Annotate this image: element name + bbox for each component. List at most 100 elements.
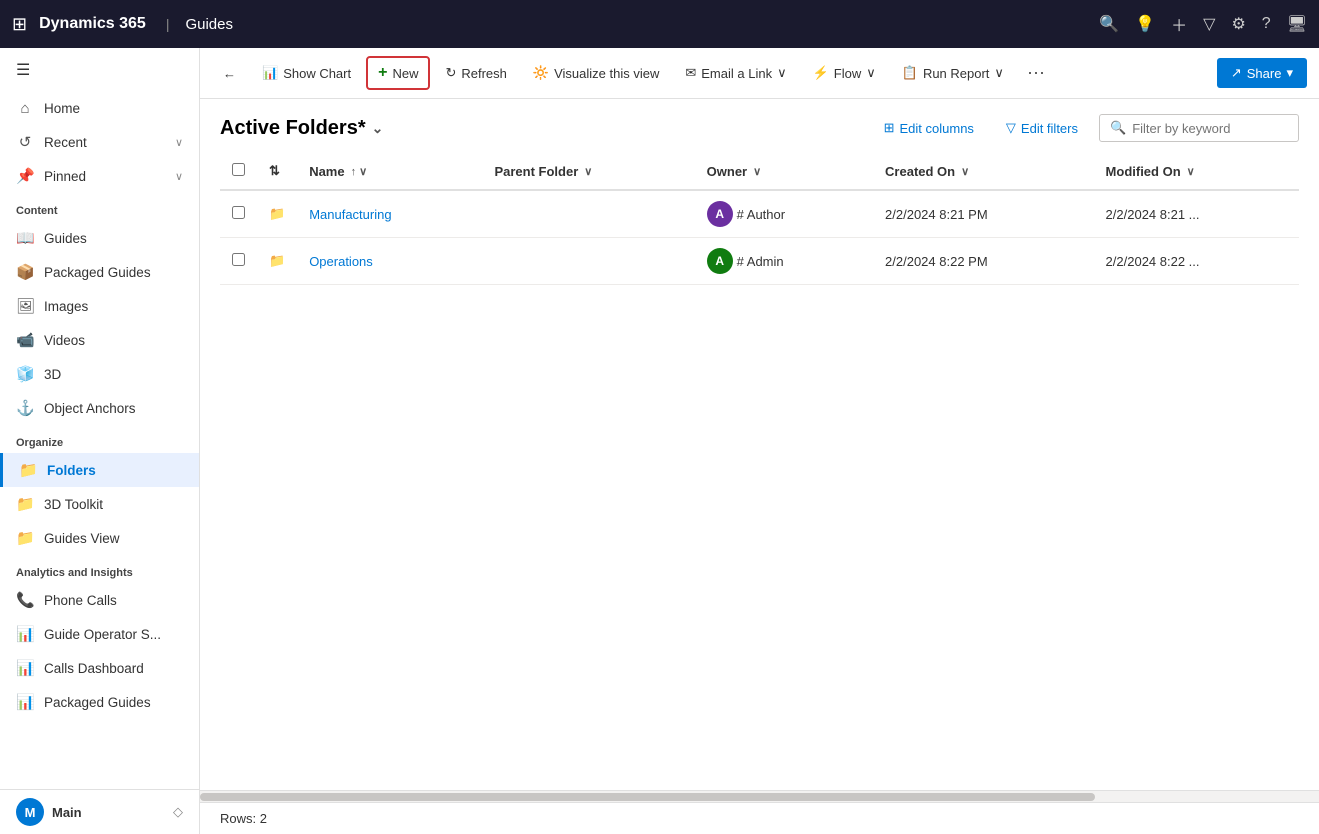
visualize-button[interactable]: 🔆 Visualize this view (522, 58, 670, 88)
row2-name-cell[interactable]: Operations (297, 238, 482, 285)
show-chart-button[interactable]: 📊 Show Chart (251, 58, 362, 88)
row2-checkbox-cell[interactable] (220, 238, 257, 285)
parent-folder-sort-icon: ∨ (584, 165, 592, 178)
flow-button[interactable]: ⚡ Flow ∨ (802, 58, 887, 88)
filter-search-box[interactable]: 🔍 (1099, 114, 1299, 142)
refresh-button[interactable]: ↻ Refresh (434, 58, 517, 88)
parent-folder-label: Parent Folder (494, 164, 578, 179)
add-icon[interactable]: ＋ (1171, 12, 1187, 36)
horizontal-scrollbar[interactable] (200, 790, 1319, 802)
row1-created-on-cell: 2/2/2024 8:21 PM (873, 190, 1094, 238)
select-all-checkbox[interactable] (232, 163, 245, 176)
sidebar-item-guide-operator-label: Guide Operator S... (44, 627, 161, 642)
back-button[interactable]: ← (212, 59, 247, 88)
email-dropdown-icon: ∨ (777, 65, 787, 81)
modified-on-label: Modified On (1106, 164, 1181, 179)
row2-created-on: 2/2/2024 8:22 PM (885, 254, 988, 269)
run-report-dropdown-icon: ∨ (994, 65, 1004, 81)
run-report-button[interactable]: 📋 Run Report ∨ (891, 58, 1015, 88)
select-all-column[interactable] (220, 153, 257, 190)
sidebar-item-calls-dashboard-label: Calls Dashboard (44, 661, 144, 676)
table-row: 📁 Operations A # Admin (220, 238, 1299, 285)
sidebar-item-phone-calls-label: Phone Calls (44, 593, 117, 608)
footer-main-label: Main (52, 805, 82, 820)
sidebar-item-videos[interactable]: 📹 Videos (0, 323, 199, 357)
sidebar-item-object-anchors-label: Object Anchors (44, 401, 136, 416)
sidebar-item-folders[interactable]: 📁 Folders (0, 453, 199, 487)
row1-name-link[interactable]: Manufacturing (309, 207, 391, 222)
sidebar-item-guides-view-label: Guides View (44, 531, 120, 546)
top-navbar: ⊞ Dynamics 365 | Guides 🔍 💡 ＋ ▽ ⚙ ? 🖥 (0, 0, 1319, 48)
row2-parent-folder-cell (482, 238, 694, 285)
sidebar-item-guides[interactable]: 📖 Guides (0, 221, 199, 255)
row-count-bar: Rows: 2 (200, 802, 1319, 834)
row2-modified-on-cell: 2/2/2024 8:22 ... (1094, 238, 1299, 285)
row1-name-cell[interactable]: Manufacturing (297, 190, 482, 238)
filters-icon: ▽ (1006, 120, 1016, 136)
more-button[interactable]: ⋯ (1019, 59, 1053, 88)
sidebar-item-guide-operator[interactable]: 📊 Guide Operator S... (0, 617, 199, 651)
sidebar-item-images-label: Images (44, 299, 88, 314)
row2-name-link[interactable]: Operations (309, 254, 373, 269)
packaged-guides-icon: 📦 (16, 263, 34, 281)
sidebar-item-object-anchors[interactable]: ⚓ Object Anchors (0, 391, 199, 425)
settings-icon[interactable]: ⚙ (1231, 14, 1245, 34)
3d-icon: 🧊 (16, 365, 34, 383)
modified-on-sort-icon: ∨ (1187, 165, 1195, 178)
edit-columns-button[interactable]: ⊞ Edit columns (873, 113, 985, 143)
lightbulb-icon[interactable]: 💡 (1135, 14, 1155, 34)
sidebar-item-pinned[interactable]: 📌 Pinned ∨ (0, 159, 199, 193)
screen-icon[interactable]: 🖥 (1287, 14, 1307, 34)
sidebar-item-3d[interactable]: 🧊 3D (0, 357, 199, 391)
sidebar-item-packaged-guides[interactable]: 📦 Packaged Guides (0, 255, 199, 289)
row1-modified-on-cell: 2/2/2024 8:21 ... (1094, 190, 1299, 238)
sidebar-item-guides-view[interactable]: 📁 Guides View (0, 521, 199, 555)
new-button[interactable]: + New (366, 56, 430, 90)
pinned-icon: 📌 (16, 167, 34, 185)
name-column-header[interactable]: Name ↑ ∨ (297, 153, 482, 190)
filter-icon[interactable]: ▽ (1203, 14, 1215, 34)
sidebar-item-recent[interactable]: ↺ Recent ∨ (0, 125, 199, 159)
row2-icon-cell: 📁 (257, 238, 297, 285)
sidebar-item-home[interactable]: ⌂ Home (0, 92, 199, 125)
filter-search-input[interactable] (1132, 121, 1288, 136)
filter-search-icon: 🔍 (1110, 120, 1126, 136)
footer-expand-icon[interactable]: ◇ (173, 804, 183, 820)
anchor-icon: ⚓ (16, 399, 34, 417)
sidebar-item-packaged-guides-analytics[interactable]: 📊 Packaged Guides (0, 685, 199, 719)
modified-on-column-header[interactable]: Modified On ∨ (1094, 153, 1299, 190)
hamburger-button[interactable]: ☰ (0, 48, 199, 92)
owner-column-header[interactable]: Owner ∨ (695, 153, 873, 190)
footer-avatar: M (16, 798, 44, 826)
section-organize-label: Organize (0, 425, 199, 453)
list-title-text: Active Folders* (220, 117, 366, 140)
toolbar: ← 📊 Show Chart + New ↻ Refresh 🔆 Visuali… (200, 48, 1319, 99)
email-icon: ✉ (685, 65, 696, 81)
app-title: Dynamics 365 (39, 15, 146, 33)
row2-checkbox[interactable] (232, 253, 245, 266)
row1-checkbox-cell[interactable] (220, 190, 257, 238)
email-link-button[interactable]: ✉ Email a Link ∨ (674, 58, 797, 88)
sidebar-item-phone-calls[interactable]: 📞 Phone Calls (0, 583, 199, 617)
videos-icon: 📹 (16, 331, 34, 349)
list-title-dropdown[interactable]: ⌄ (372, 120, 384, 137)
sidebar-item-pinned-label: Pinned (44, 169, 86, 184)
table-header-row: ⇅ Name ↑ ∨ Parent Folder ∨ (220, 153, 1299, 190)
row1-created-on: 2/2/2024 8:21 PM (885, 207, 988, 222)
app-grid-button[interactable]: ⊞ (12, 14, 27, 35)
share-dropdown-icon: ▾ (1286, 65, 1293, 81)
created-on-column-header[interactable]: Created On ∨ (873, 153, 1094, 190)
created-on-sort-icon: ∨ (961, 165, 969, 178)
share-button[interactable]: ↗ Share ▾ (1217, 58, 1307, 88)
sidebar-item-3d-toolkit[interactable]: 📁 3D Toolkit (0, 487, 199, 521)
sidebar-item-calls-dashboard[interactable]: 📊 Calls Dashboard (0, 651, 199, 685)
search-icon[interactable]: 🔍 (1099, 14, 1119, 34)
scrollbar-thumb[interactable] (200, 793, 1095, 801)
edit-filters-button[interactable]: ▽ Edit filters (995, 113, 1089, 143)
row1-checkbox[interactable] (232, 206, 245, 219)
parent-folder-column-header[interactable]: Parent Folder ∨ (482, 153, 694, 190)
sidebar-item-3d-toolkit-label: 3D Toolkit (44, 497, 103, 512)
sidebar-footer: M Main ◇ (0, 789, 199, 834)
sidebar-item-images[interactable]: 🖼 Images (0, 289, 199, 323)
help-icon[interactable]: ? (1262, 15, 1271, 33)
